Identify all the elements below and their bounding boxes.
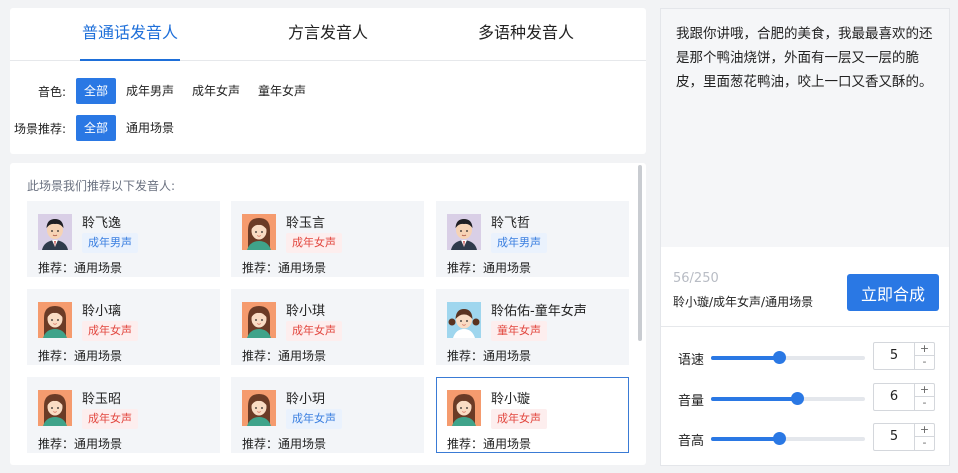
pitch-slider-thumb[interactable] [772, 432, 786, 445]
tab-multilingual[interactable]: 多语种发音人 [478, 8, 574, 60]
speaker-recommendation: 推荐：通用场景 [242, 349, 327, 363]
volume-label: 音量 [678, 394, 705, 409]
speaker-name: 聆小璇 [491, 392, 531, 407]
female-avatar [447, 390, 481, 426]
timbre-label: 音色: [37, 84, 66, 99]
male-avatar [447, 214, 481, 250]
scene-general-chip[interactable]: 通用场景 [118, 115, 182, 141]
speaker-card-lingxiaoxuan[interactable]: 聆小璇成年女声推荐：通用场景 [436, 377, 629, 453]
volume-value[interactable]: 6 [874, 384, 914, 410]
volume-slider-thumb[interactable] [791, 392, 805, 405]
girl-avatar [447, 302, 481, 338]
pitch-label: 音高 [678, 434, 705, 449]
speed-decrease-button[interactable]: - [914, 356, 934, 369]
speaker-card-lingxiaoyue[interactable]: 聆小玥成年女声推荐：通用场景 [231, 377, 424, 453]
speed-label: 语速 [678, 353, 705, 368]
divider [661, 326, 949, 327]
speaker-name: 聆小玥 [286, 392, 326, 407]
timbre-filter-row: 音色: 全部 成年男声 成年女声 童年女声 [10, 78, 316, 104]
synthesize-button[interactable]: 立即合成 [847, 274, 939, 311]
speed-slider-fill [711, 356, 779, 360]
pitch-value[interactable]: 5 [874, 424, 914, 450]
speaker-recommendation: 推荐：通用场景 [38, 437, 123, 451]
speaker-name: 聆飞逸 [82, 216, 122, 231]
speaker-card-lingyouyou[interactable]: 聆佑佑-童年女声童年女声推荐：通用场景 [436, 289, 629, 365]
synthesis-panel: 我跟你讲哦，合肥的美食，我最最喜欢的还是那个鸭油烧饼，外面有一层又一层的脆皮，里… [660, 8, 950, 466]
speaker-name: 聆佑佑-童年女声 [491, 304, 587, 319]
speaker-card-lingxiaoli[interactable]: 聆小璃成年女声推荐：通用场景 [27, 289, 220, 365]
current-voice-label: 聆小璇/成年女声/通用场景 [673, 295, 814, 309]
speaker-recommendation: 推荐：通用场景 [38, 261, 123, 275]
speaker-tabs: 普通话发音人 方言发音人 多语种发音人 [10, 8, 646, 61]
female-avatar [242, 214, 276, 250]
speaker-recommendation: 推荐：通用场景 [447, 349, 532, 363]
speaker-tag: 成年女声 [286, 321, 342, 341]
speed-value[interactable]: 5 [874, 343, 914, 369]
speed-slider[interactable] [711, 351, 865, 364]
female-avatar [38, 390, 72, 426]
char-count: 56/250 [673, 271, 719, 286]
speaker-recommendation: 推荐：通用场景 [447, 261, 532, 275]
speaker-tag: 成年女声 [491, 409, 547, 429]
speaker-name: 聆玉言 [286, 216, 326, 231]
speaker-name: 聆小璃 [82, 304, 122, 319]
scene-label: 场景推荐: [13, 121, 66, 136]
tab-dialect[interactable]: 方言发音人 [288, 8, 368, 60]
female-avatar [38, 302, 72, 338]
volume-slider[interactable] [711, 392, 865, 405]
speaker-tag: 成年女声 [286, 233, 342, 253]
timbre-adult-male-chip[interactable]: 成年男声 [118, 78, 182, 104]
tab-mandarin[interactable]: 普通话发音人 [80, 8, 180, 61]
timbre-child-female-chip[interactable]: 童年女声 [250, 78, 314, 104]
speaker-card-lingfeiyi[interactable]: 聆飞逸成年男声推荐：通用场景 [27, 201, 220, 277]
pitch-stepper[interactable]: 5 + - [873, 423, 935, 451]
scene-all-chip[interactable]: 全部 [76, 115, 117, 141]
text-input-area[interactable]: 我跟你讲哦，合肥的美食，我最最喜欢的还是那个鸭油烧饼，外面有一层又一层的脆皮，里… [661, 9, 949, 247]
volume-decrease-button[interactable]: - [914, 397, 934, 410]
speaker-recommendation: 推荐：通用场景 [242, 261, 327, 275]
speaker-tag: 成年女声 [82, 321, 138, 341]
speaker-tag: 成年男声 [491, 233, 547, 253]
timbre-adult-female-chip[interactable]: 成年女声 [184, 78, 248, 104]
speed-row: 语速 5 + - [661, 342, 949, 372]
speaker-tag: 童年女声 [491, 321, 547, 341]
female-avatar [242, 302, 276, 338]
speaker-tag: 成年女声 [82, 409, 138, 429]
pitch-slider[interactable] [711, 432, 865, 445]
speaker-card-lingyuyan[interactable]: 聆玉言成年女声推荐：通用场景 [231, 201, 424, 277]
pitch-decrease-button[interactable]: - [914, 437, 934, 450]
speaker-name: 聆小琪 [286, 304, 326, 319]
scene-filter-row: 场景推荐: 全部 通用场景 [10, 115, 184, 141]
speaker-list-panel: 此场景我们推荐以下发音人: 聆飞逸 成年男声 推荐：通用场景 聆玉言 成年女声 推荐：通用… [10, 163, 646, 465]
list-hint: 此场景我们推荐以下发音人: [27, 179, 176, 193]
speaker-recommendation: 推荐：通用场景 [38, 349, 123, 363]
speaker-card-lingfeizhe[interactable]: 聆飞哲成年男声推荐：通用场景 [436, 201, 629, 277]
volume-slider-fill [711, 397, 798, 401]
volume-stepper[interactable]: 6 + - [873, 383, 935, 411]
speaker-filter-panel: 普通话发音人 方言发音人 多语种发音人 音色: 全部 成年男声 成年女声 童年女… [10, 8, 646, 154]
volume-row: 音量 6 + - [661, 383, 949, 413]
speed-slider-thumb[interactable] [772, 351, 786, 364]
male-avatar [38, 214, 72, 250]
speaker-recommendation: 推荐：通用场景 [447, 437, 532, 451]
timbre-all-chip[interactable]: 全部 [76, 78, 117, 104]
speed-stepper[interactable]: 5 + - [873, 342, 935, 370]
pitch-slider-fill [711, 437, 779, 441]
female-avatar [242, 390, 276, 426]
speaker-name: 聆玉昭 [82, 392, 122, 407]
speaker-tag: 成年男声 [82, 233, 138, 253]
pitch-row: 音高 5 + - [661, 423, 949, 453]
speaker-card-lingyuzhao[interactable]: 聆玉昭成年女声推荐：通用场景 [27, 377, 220, 453]
speaker-recommendation: 推荐：通用场景 [242, 437, 327, 451]
list-scrollbar[interactable] [638, 165, 642, 341]
speaker-tag: 成年女声 [286, 409, 342, 429]
speaker-name: 聆飞哲 [491, 216, 531, 231]
speaker-card-lingxiaoqi[interactable]: 聆小琪成年女声推荐：通用场景 [231, 289, 424, 365]
